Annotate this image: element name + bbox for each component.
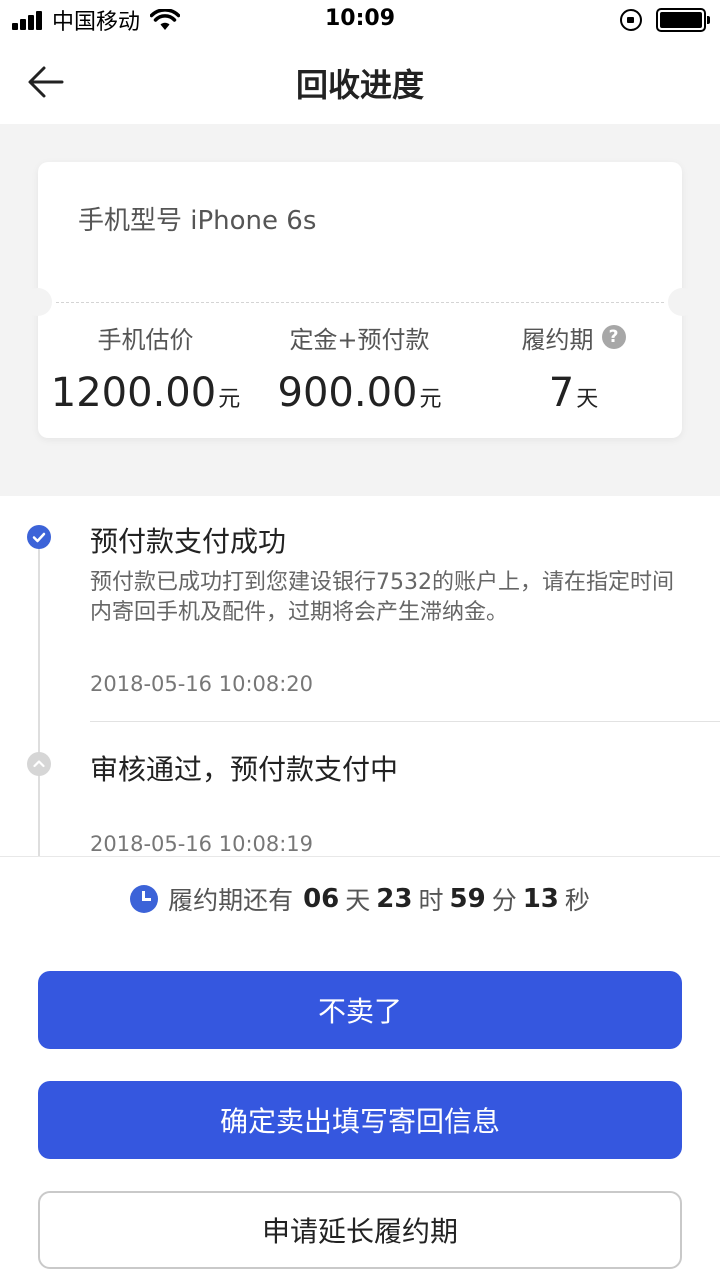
countdown-days: 06	[303, 884, 340, 914]
countdown-prefix: 履约期还有	[168, 886, 294, 915]
rotation-lock-icon	[620, 9, 642, 31]
countdown-seconds: 13	[522, 884, 559, 914]
stat-period: 履约期 ? 7天	[466, 312, 681, 416]
phone-model: 手机型号 iPhone 6s	[78, 206, 317, 236]
status-bar: 中国移动 10:09	[0, 0, 720, 40]
status-time: 10:09	[324, 6, 396, 31]
timeline-line	[38, 541, 40, 856]
phone-info-card: 手机型号 iPhone 6s 手机估价 1200.00元 定金+预付款 900.…	[24, 162, 696, 438]
countdown: 履约期还有 06 天 23 时 59 分 13 秒	[0, 881, 720, 917]
countdown-seconds-unit: 秒	[564, 886, 590, 915]
bottom-panel: 履约期还有 06 天 23 时 59 分 13 秒 不卖了 确定卖出填写寄回信息…	[0, 856, 720, 1280]
chevron-up-icon	[27, 752, 51, 776]
nav-bar: 回收进度	[0, 40, 720, 124]
status-right	[620, 8, 710, 32]
confirm-sale-button[interactable]: 确定卖出填写寄回信息	[38, 1081, 682, 1159]
stat-value: 1200.00元	[50, 370, 241, 416]
timeline-description: 预付款已成功打到您建设银行7532的账户上，请在指定时间内寄回手机及配件，过期将…	[90, 570, 674, 625]
stat-value: 900.00元	[277, 370, 442, 416]
countdown-days-unit: 天	[345, 886, 371, 915]
stat-label: 手机估价	[97, 325, 194, 354]
stat-value: 7天	[548, 370, 599, 416]
timeline-time: 2018-05-16 10:08:20	[90, 672, 314, 696]
card-divider	[56, 302, 664, 303]
battery-icon	[656, 8, 710, 32]
check-icon	[27, 525, 51, 549]
help-icon[interactable]: ?	[601, 325, 626, 349]
countdown-minutes: 59	[449, 884, 486, 914]
stat-label: 履约期 ?	[466, 320, 681, 354]
timeline-title: 预付款支付成功	[90, 525, 287, 558]
countdown-minutes-unit: 分	[491, 886, 517, 915]
stat-estimate: 手机估价 1200.00元	[38, 312, 253, 417]
timeline-title: 审核通过，预付款支付中	[90, 753, 399, 786]
extend-period-button[interactable]: 申请延长履约期	[38, 1191, 682, 1269]
page-title: 回收进度	[295, 66, 424, 104]
countdown-hours-unit: 时	[418, 886, 444, 915]
cancel-sale-button[interactable]: 不卖了	[38, 971, 682, 1049]
stat-deposit: 定金+预付款 900.00元	[252, 312, 467, 417]
countdown-hours: 23	[376, 884, 413, 914]
summary-area: 手机型号 iPhone 6s 手机估价 1200.00元 定金+预付款 900.…	[0, 124, 720, 496]
timeline-divider	[90, 721, 720, 722]
clock-icon	[130, 885, 159, 913]
progress-timeline[interactable]: 预付款支付成功 预付款已成功打到您建设银行7532的账户上，请在指定时间内寄回手…	[0, 496, 720, 856]
stat-label: 定金+预付款	[289, 325, 430, 354]
timeline-time: 2018-05-16 10:08:19	[90, 832, 314, 856]
